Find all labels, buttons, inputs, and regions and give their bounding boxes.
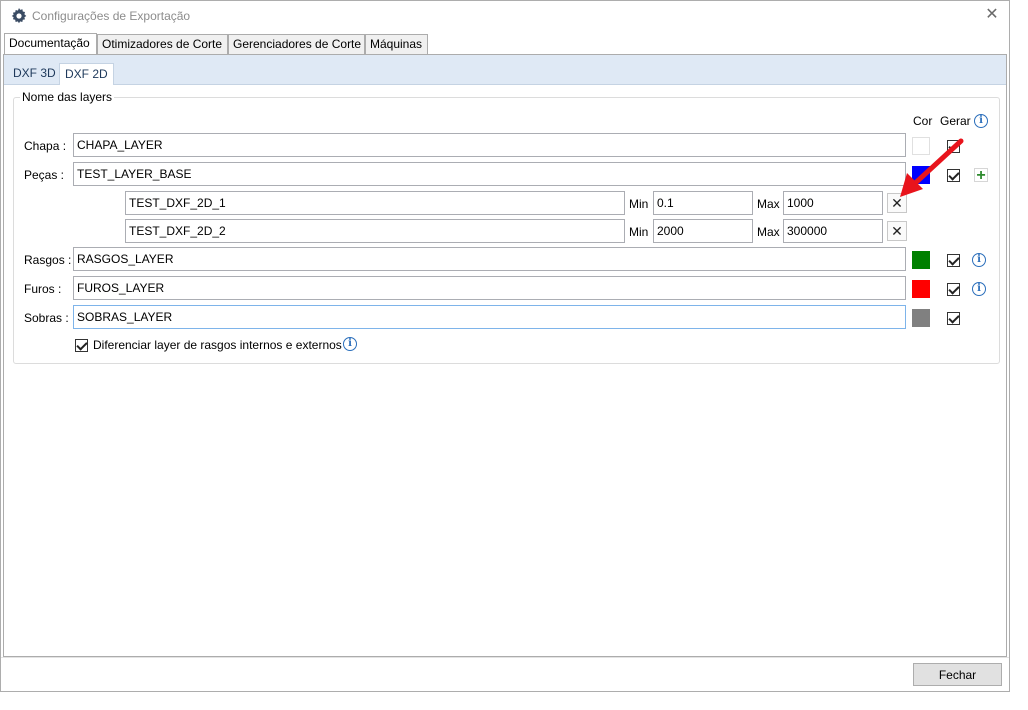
- tab-documentacao[interactable]: Documentação: [4, 33, 97, 55]
- rasgos-layer-input[interactable]: RASGOS_LAYER: [73, 247, 906, 271]
- window-title: Configurações de Exportação: [32, 9, 191, 23]
- furos-color-swatch[interactable]: [912, 280, 930, 298]
- close-icon[interactable]: ✕: [983, 6, 1001, 24]
- furos-label: Furos :: [24, 282, 62, 296]
- sobras-gerar-checkbox[interactable]: [947, 312, 960, 325]
- sublayer-min-label: Min: [629, 225, 649, 239]
- annotation-arrow-icon: [900, 138, 964, 197]
- tab-maquinas[interactable]: Máquinas: [365, 34, 428, 54]
- furos-gerar-checkbox[interactable]: [947, 283, 960, 296]
- footer-separator: [1, 657, 1009, 658]
- column-gerar-label: Gerar: [940, 114, 971, 128]
- sublayer-min-input[interactable]: 0.1: [653, 191, 753, 215]
- title-bar: Configurações de Exportação ✕: [1, 1, 1009, 31]
- add-sublayer-icon[interactable]: +: [974, 168, 988, 184]
- pecas-label: Peças :: [24, 168, 65, 182]
- layer-names-group: Nome das layers Cor Gerar i Chapa : CHAP…: [13, 90, 1000, 364]
- rasgos-label: Rasgos :: [24, 253, 72, 267]
- export-settings-window: Configurações de Exportação ✕ Documentaç…: [0, 0, 1010, 692]
- pecas-layer-input[interactable]: TEST_LAYER_BASE: [73, 162, 906, 186]
- diferenciar-checkbox[interactable]: [75, 339, 88, 352]
- sublayer-max-input[interactable]: 300000: [783, 219, 883, 243]
- chapa-layer-input[interactable]: CHAPA_LAYER: [73, 133, 906, 157]
- sublayer-min-input[interactable]: 2000: [653, 219, 753, 243]
- sobras-layer-input[interactable]: SOBRAS_LAYER: [73, 305, 906, 329]
- sublayer-max-label: Max: [757, 225, 780, 239]
- info-icon[interactable]: i: [972, 253, 986, 267]
- column-cor-label: Cor: [913, 114, 933, 128]
- sublayer-name-input[interactable]: TEST_DXF_2D_2: [125, 219, 625, 243]
- tab-content: DXF 3D DXF 2D Nome das layers Cor Gerar …: [3, 54, 1007, 657]
- gear-icon: [11, 8, 27, 24]
- remove-sublayer-button[interactable]: ✕: [887, 221, 907, 241]
- group-title: Nome das layers: [20, 90, 115, 104]
- rasgos-color-swatch[interactable]: [912, 251, 930, 269]
- sublayer-name-input[interactable]: TEST_DXF_2D_1: [125, 191, 625, 215]
- sublayer-max-label: Max: [757, 197, 780, 211]
- diferenciar-label[interactable]: Diferenciar layer de rasgos internos e e…: [93, 338, 342, 352]
- info-icon[interactable]: i: [343, 337, 357, 351]
- info-icon[interactable]: i: [972, 282, 986, 296]
- tab-gerenciadores-de-corte[interactable]: Gerenciadores de Corte: [228, 34, 365, 54]
- rasgos-gerar-checkbox[interactable]: [947, 254, 960, 267]
- info-icon[interactable]: i: [974, 114, 988, 128]
- subtabs-bar: DXF 3D DXF 2D: [4, 55, 1006, 85]
- tab-otimizadores-de-corte[interactable]: Otimizadores de Corte: [97, 34, 228, 54]
- furos-layer-input[interactable]: FUROS_LAYER: [73, 276, 906, 300]
- chapa-label: Chapa :: [24, 139, 67, 153]
- sublayer-min-label: Min: [629, 197, 649, 211]
- sublayer-max-input[interactable]: 1000: [783, 191, 883, 215]
- close-icon: ✕: [891, 223, 903, 239]
- sobras-label: Sobras :: [24, 311, 69, 325]
- fechar-button[interactable]: Fechar: [913, 663, 1002, 686]
- sobras-color-swatch[interactable]: [912, 309, 930, 327]
- subtab-dxf-2d[interactable]: DXF 2D: [59, 63, 114, 85]
- subtab-dxf-3d[interactable]: DXF 3D: [8, 63, 61, 85]
